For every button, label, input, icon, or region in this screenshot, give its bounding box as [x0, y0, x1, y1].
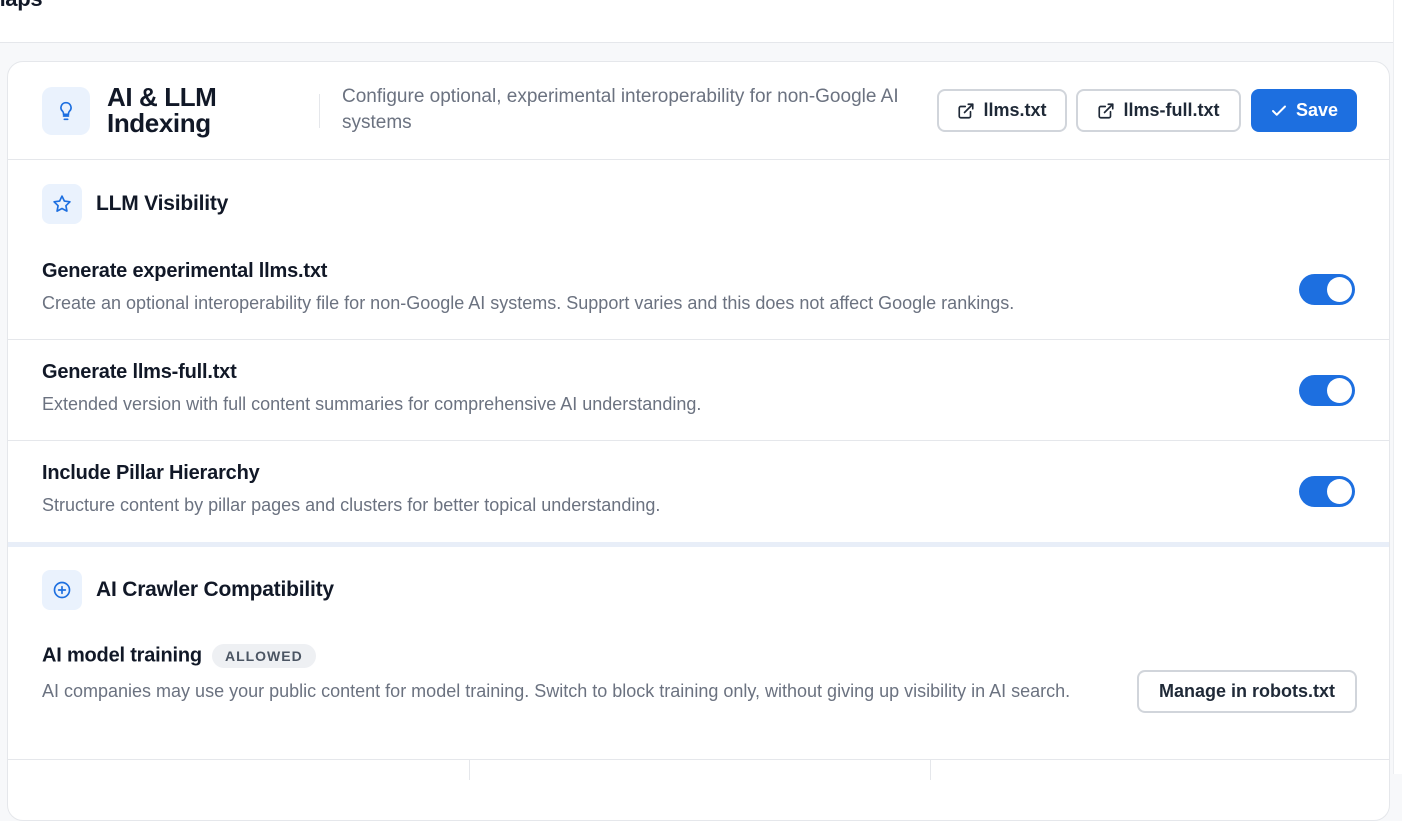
grid-divider: [469, 760, 470, 780]
page-title: maps: [0, 0, 43, 12]
setting-row-llms-full-txt: Generate llms-full.txt Extended version …: [8, 340, 1389, 441]
section-description: Configure optional, experimental interop…: [342, 86, 899, 133]
llms-txt-toggle[interactable]: [1299, 274, 1355, 305]
save-label: Save: [1295, 100, 1339, 120]
section-title: AI & LLM Indexing: [107, 82, 217, 138]
manage-robots-txt-button[interactable]: Manage in robots.txt: [1137, 670, 1357, 713]
setting-title: Include Pillar Hierarchy: [42, 462, 260, 484]
plus-circle-icon: [42, 570, 82, 610]
lightbulb-icon: [42, 87, 90, 135]
toggle-knob: [1327, 277, 1352, 302]
setting-title: Generate llms-full.txt: [42, 361, 237, 383]
star-icon: [42, 184, 82, 224]
llms-full-txt-label: llms-full.txt: [1123, 100, 1220, 120]
pillar-hierarchy-toggle[interactable]: [1299, 476, 1355, 507]
save-button[interactable]: Save: [1251, 89, 1357, 132]
ai-model-training-title: AI model training ALLOWED: [42, 644, 316, 668]
llms-full-txt-button[interactable]: llms-full.txt: [1076, 89, 1241, 132]
ai-model-training-description: AI companies may use your public content…: [42, 681, 1071, 701]
llms-txt-label: llms.txt: [983, 100, 1047, 120]
status-badge: ALLOWED: [211, 644, 316, 668]
ai-llm-indexing-card: AI & LLM Indexing Configure optional, ex…: [7, 61, 1390, 821]
setting-row-llms-txt: Generate experimental llms.txt Create an…: [8, 240, 1389, 340]
setting-title: Generate experimental llms.txt: [42, 260, 328, 282]
external-link-icon: [958, 102, 975, 119]
llms-full-txt-toggle[interactable]: [1299, 375, 1355, 406]
grid-divider: [930, 760, 931, 780]
toggle-knob: [1327, 378, 1352, 403]
check-icon: [1271, 105, 1286, 116]
top-bar: maps: [0, 0, 1393, 43]
card-header: AI & LLM Indexing Configure optional, ex…: [8, 62, 1389, 160]
scrollbar-track[interactable]: [1393, 0, 1402, 774]
header-divider: [319, 94, 320, 128]
setting-row-pillar-hierarchy: Include Pillar Hierarchy Structure conte…: [8, 441, 1389, 542]
ai-crawler-title: AI Crawler Compatibility: [96, 578, 334, 601]
toggle-knob: [1327, 479, 1352, 504]
ai-model-training-label: AI model training: [42, 644, 202, 667]
crawler-grid: [8, 759, 1389, 780]
setting-description: Extended version with full content summa…: [42, 394, 702, 414]
llm-visibility-heading: LLM Visibility: [42, 184, 228, 224]
llm-visibility-title: LLM Visibility: [96, 192, 229, 215]
setting-description: Create an optional interoperability file…: [42, 293, 1015, 313]
ai-crawler-heading: AI Crawler Compatibility: [42, 570, 334, 610]
setting-description: Structure content by pillar pages and cl…: [42, 495, 661, 515]
external-link-icon: [1098, 102, 1115, 119]
llms-txt-button[interactable]: llms.txt: [937, 89, 1067, 132]
section-separator: [8, 542, 1389, 547]
